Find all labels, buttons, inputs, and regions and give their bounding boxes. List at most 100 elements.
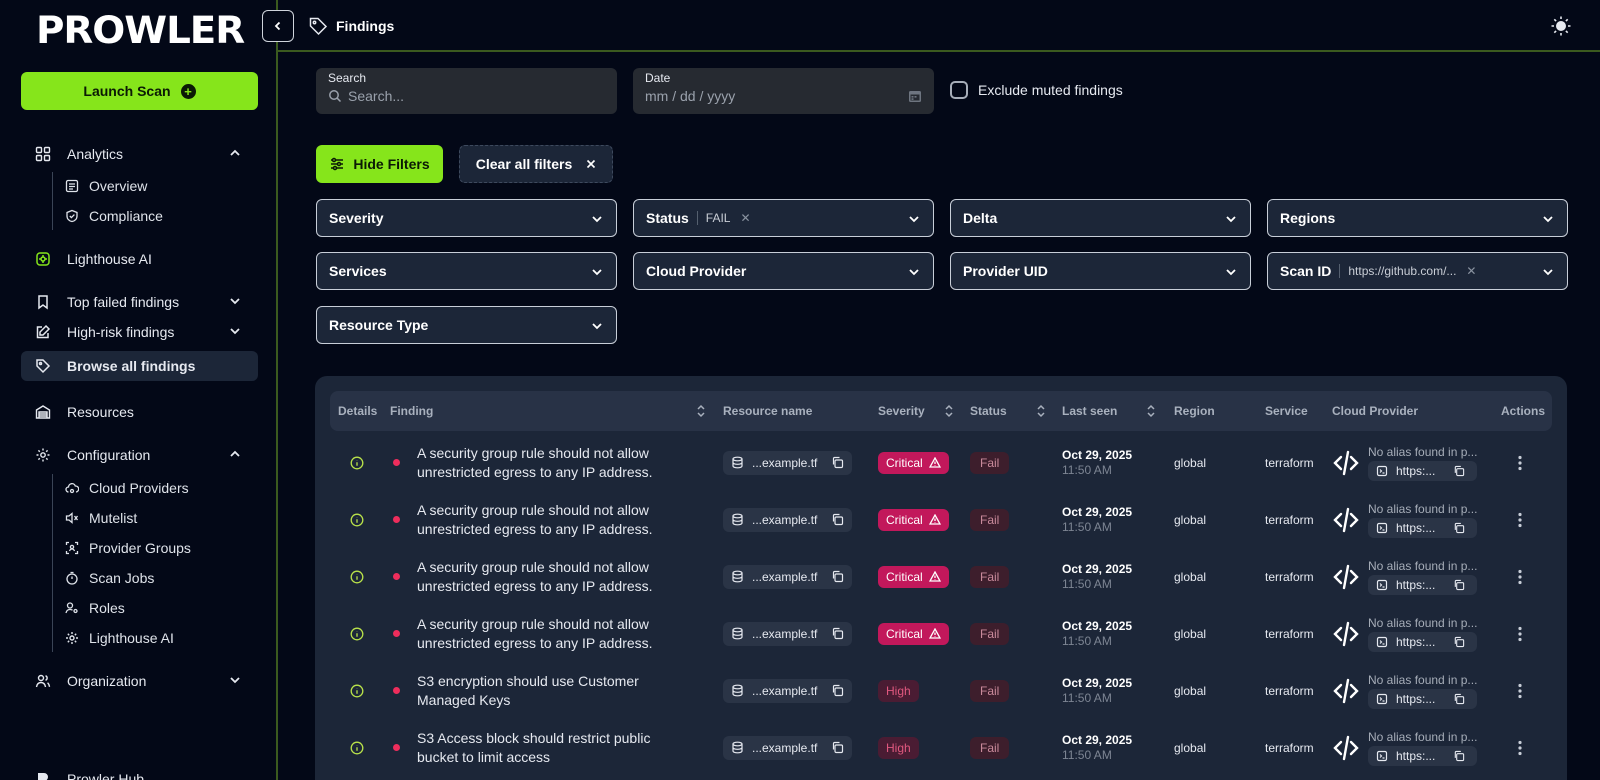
table-row[interactable]: A security group rule should not allow u…: [330, 548, 1552, 605]
info-icon[interactable]: [350, 741, 364, 755]
sidebar-item-organization[interactable]: Organization: [21, 666, 258, 696]
sidebar-item-roles[interactable]: Roles: [65, 594, 125, 622]
cloud-provider-filter[interactable]: Cloud Provider: [633, 252, 934, 290]
finding-cell[interactable]: S3 Access block should restrict public b…: [417, 719, 677, 776]
finding-cell[interactable]: A security group rule should not allow u…: [417, 548, 677, 605]
launch-scan-button[interactable]: Launch Scan +: [21, 72, 258, 110]
more-vertical-icon[interactable]: [1511, 739, 1529, 757]
sidebar-item-resources[interactable]: Resources: [21, 397, 258, 427]
sort-icon[interactable]: [696, 404, 706, 418]
sidebar-item-high-risk-findings[interactable]: High-risk findings: [21, 317, 258, 347]
finding-title[interactable]: S3 encryption should use Customer Manage…: [417, 672, 677, 710]
table-row[interactable]: A security group rule should not allow u…: [330, 491, 1552, 548]
details-cell[interactable]: [350, 491, 364, 548]
sidebar-item-top-failed-findings[interactable]: Top failed findings: [21, 287, 258, 317]
sidebar-item-browse-all-findings[interactable]: Browse all findings: [21, 351, 258, 381]
fail-dot-icon: [393, 459, 400, 466]
info-icon[interactable]: [350, 684, 364, 698]
copy-icon[interactable]: [831, 627, 844, 640]
calendar-icon[interactable]: [908, 89, 922, 103]
copy-icon[interactable]: [831, 570, 844, 583]
remove-tag-icon[interactable]: ✕: [1466, 264, 1476, 278]
sidebar-item-prowler-hub[interactable]: Prowler Hub: [21, 764, 258, 780]
services-filter[interactable]: Services: [316, 252, 617, 290]
copy-icon[interactable]: [831, 456, 844, 469]
regions-filter[interactable]: Regions: [1267, 199, 1568, 237]
severity-filter[interactable]: Severity: [316, 199, 617, 237]
finding-title[interactable]: A security group rule should not allow u…: [417, 558, 677, 596]
column-header-last-seen[interactable]: Last seen: [1062, 391, 1156, 431]
checkbox-box[interactable]: [950, 81, 968, 99]
finding-cell[interactable]: A security group rule should not allow u…: [417, 434, 677, 491]
copy-icon[interactable]: [1453, 750, 1465, 762]
sidebar-item-provider-groups[interactable]: Provider Groups: [65, 534, 191, 562]
sidebar-item-configuration[interactable]: Configuration: [21, 440, 258, 470]
copy-icon[interactable]: [1453, 579, 1465, 591]
scan-id-filter[interactable]: Scan ID https://github.com/... ✕: [1267, 252, 1568, 290]
resource-type-filter[interactable]: Resource Type: [316, 306, 617, 344]
copy-icon[interactable]: [1453, 465, 1465, 477]
copy-icon[interactable]: [831, 513, 844, 526]
sidebar-item-lighthouse-config[interactable]: Lighthouse AI: [65, 624, 174, 652]
file-code-icon: [1376, 579, 1388, 590]
details-cell[interactable]: [350, 662, 364, 719]
column-header-status[interactable]: Status: [970, 391, 1046, 431]
collapse-sidebar-button[interactable]: [262, 10, 294, 42]
details-cell[interactable]: [350, 434, 364, 491]
copy-icon[interactable]: [831, 684, 844, 697]
sidebar-item-mutelist[interactable]: Mutelist: [65, 504, 137, 532]
clear-all-filters-button[interactable]: Clear all filters: [459, 145, 613, 183]
copy-icon[interactable]: [831, 741, 844, 754]
table-row[interactable]: A security group rule should not allow u…: [330, 434, 1552, 491]
info-icon[interactable]: [350, 456, 364, 470]
details-cell[interactable]: [350, 605, 364, 662]
copy-icon[interactable]: [1453, 522, 1465, 534]
sidebar-item-lighthouse-ai[interactable]: Lighthouse AI: [21, 244, 258, 274]
sort-icon[interactable]: [1146, 404, 1156, 418]
finding-title[interactable]: S3 Access block should restrict public b…: [417, 729, 677, 767]
column-header-severity[interactable]: Severity: [878, 391, 954, 431]
finding-cell[interactable]: A security group rule should not allow u…: [417, 491, 677, 548]
copy-icon[interactable]: [1453, 636, 1465, 648]
more-vertical-icon[interactable]: [1511, 682, 1529, 700]
sidebar-item-compliance[interactable]: Compliance: [65, 202, 163, 230]
details-cell[interactable]: [350, 719, 364, 776]
more-vertical-icon[interactable]: [1511, 625, 1529, 643]
delta-filter[interactable]: Delta: [950, 199, 1251, 237]
sidebar-item-label: Resources: [67, 404, 134, 420]
finding-cell[interactable]: A security group rule should not allow u…: [417, 605, 677, 662]
info-icon[interactable]: [350, 627, 364, 641]
sort-icon[interactable]: [1036, 404, 1046, 418]
search-input[interactable]: Search...: [348, 88, 404, 104]
more-vertical-icon[interactable]: [1511, 511, 1529, 529]
copy-icon[interactable]: [1453, 693, 1465, 705]
theme-toggle-button[interactable]: [1550, 15, 1572, 37]
sidebar-item-cloud-providers[interactable]: Cloud Providers: [65, 474, 189, 502]
search-field[interactable]: Search Search...: [316, 68, 617, 114]
sort-icon[interactable]: [944, 404, 954, 418]
hide-filters-button[interactable]: Hide Filters: [316, 145, 443, 183]
finding-title[interactable]: A security group rule should not allow u…: [417, 615, 677, 653]
date-field[interactable]: Date mm / dd / yyyy: [633, 68, 934, 114]
sidebar-item-analytics[interactable]: Analytics: [21, 139, 258, 169]
remove-tag-icon[interactable]: ✕: [740, 211, 750, 225]
details-cell[interactable]: [350, 548, 364, 605]
info-icon[interactable]: [350, 513, 364, 527]
sidebar-item-overview[interactable]: Overview: [65, 172, 147, 200]
column-header-finding[interactable]: Finding: [390, 391, 706, 431]
finding-title[interactable]: A security group rule should not allow u…: [417, 501, 677, 539]
table-row[interactable]: S3 Access block should restrict public b…: [330, 719, 1552, 776]
table-row[interactable]: S3 encryption should use Customer Manage…: [330, 662, 1552, 719]
exclude-muted-checkbox[interactable]: Exclude muted findings: [950, 81, 1123, 99]
info-icon[interactable]: [350, 570, 364, 584]
date-input[interactable]: mm / dd / yyyy: [645, 88, 735, 104]
provider-uid-filter[interactable]: Provider UID: [950, 252, 1251, 290]
more-vertical-icon[interactable]: [1511, 568, 1529, 586]
more-vertical-icon[interactable]: [1511, 454, 1529, 472]
status-filter[interactable]: Status FAIL ✕: [633, 199, 934, 237]
table-row[interactable]: A security group rule should not allow u…: [330, 605, 1552, 662]
finding-title[interactable]: A security group rule should not allow u…: [417, 444, 677, 482]
finding-cell[interactable]: S3 encryption should use Customer Manage…: [417, 662, 677, 719]
prowler-logo[interactable]: PROWLER: [36, 12, 252, 50]
sidebar-item-scan-jobs[interactable]: Scan Jobs: [65, 564, 154, 592]
